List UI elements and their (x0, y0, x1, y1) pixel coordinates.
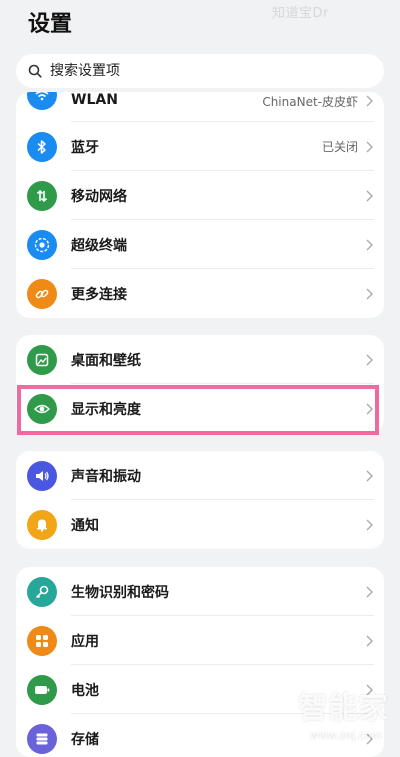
battery-label: 电池 (71, 682, 99, 699)
chevron-right-icon (366, 239, 373, 250)
notifications-label: 通知 (71, 517, 99, 534)
highlight-box (17, 385, 379, 435)
chevron-right-icon (366, 470, 373, 481)
wlan-label: WLAN (71, 92, 118, 108)
chevron-right-icon (366, 586, 373, 597)
connectivity-group: WLAN ChinaNet-皮皮虾 蓝牙 已关闭 移动网络 超级终端 更多连接 (16, 92, 384, 318)
brand-watermark: 智能家 (298, 691, 388, 726)
apps-grid-icon (27, 625, 57, 656)
status-watermark: 知道宝Dr (272, 6, 329, 21)
super-terminal-label: 超级终端 (71, 237, 127, 254)
wlan-value: ChinaNet-皮皮虾 (262, 95, 358, 109)
more-connections-item[interactable]: 更多连接 (16, 269, 384, 318)
more-connections-label: 更多连接 (71, 286, 127, 303)
sound-vibration-label: 声音和振动 (71, 468, 141, 485)
chevron-right-icon (366, 519, 373, 530)
storage-icon (27, 723, 57, 754)
link-icon (27, 278, 57, 309)
bluetooth-label: 蓝牙 (71, 139, 99, 156)
wlan-item[interactable]: WLAN ChinaNet-皮皮虾 (16, 92, 384, 122)
brand-watermark-url: www.znj.com (309, 729, 382, 742)
chevron-right-icon (366, 635, 373, 646)
mobile-network-icon (27, 180, 57, 211)
chevron-right-icon (366, 288, 373, 299)
bluetooth-icon (27, 131, 57, 162)
search-bar[interactable] (16, 54, 384, 88)
mobile-network-label: 移动网络 (71, 188, 127, 205)
bluetooth-value: 已关闭 (321, 140, 358, 154)
search-input[interactable] (48, 62, 352, 80)
storage-label: 存储 (71, 731, 99, 748)
page-title: 设置 (28, 12, 73, 37)
wallpaper-item[interactable]: 桌面和壁纸 (16, 335, 384, 384)
apps-label: 应用 (71, 633, 99, 650)
wifi-icon (27, 92, 57, 110)
bluetooth-item[interactable]: 蓝牙 已关闭 (16, 122, 384, 171)
chevron-right-icon (366, 141, 373, 152)
key-icon (27, 576, 57, 607)
super-terminal-item[interactable]: 超级终端 (16, 220, 384, 269)
chevron-right-icon (366, 190, 373, 201)
mobile-network-item[interactable]: 移动网络 (16, 171, 384, 220)
biometrics-password-item[interactable]: 生物识别和密码 (16, 567, 384, 616)
chevron-right-icon (366, 95, 373, 107)
bell-icon (27, 509, 57, 540)
apps-item[interactable]: 应用 (16, 616, 384, 665)
wallpaper-label: 桌面和壁纸 (71, 352, 141, 369)
speaker-icon (27, 460, 57, 491)
sound-group: 声音和振动 通知 (16, 451, 384, 549)
wallpaper-icon (27, 344, 57, 375)
super-terminal-icon (27, 229, 57, 260)
biometrics-password-label: 生物识别和密码 (71, 584, 169, 601)
battery-icon (27, 674, 57, 705)
sound-vibration-item[interactable]: 声音和振动 (16, 451, 384, 500)
notifications-item[interactable]: 通知 (16, 500, 384, 549)
chevron-right-icon (366, 354, 373, 365)
search-icon (28, 64, 42, 78)
